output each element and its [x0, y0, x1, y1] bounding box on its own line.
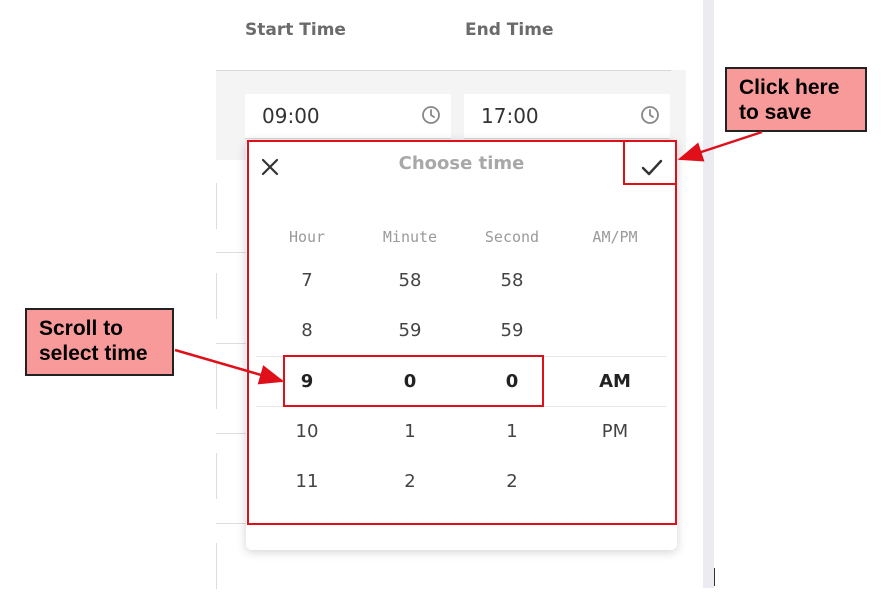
picker-highlight-outline	[247, 140, 677, 525]
save-callout-line-2: to save	[739, 101, 812, 124]
text-cursor	[714, 568, 715, 586]
selection-highlight-outline	[283, 355, 544, 407]
clock-icon[interactable]	[421, 105, 441, 125]
scroll-callout: Scroll to select time	[25, 308, 174, 376]
row-divider	[216, 453, 217, 499]
start-time-value: 09:00	[262, 104, 320, 128]
end-time-value: 17:00	[481, 104, 539, 128]
row-divider	[216, 273, 217, 319]
save-arrow	[677, 130, 763, 162]
save-callout: Click here to save	[725, 67, 867, 132]
end-time-header: End Time	[465, 20, 554, 40]
start-time-header: Start Time	[245, 20, 346, 40]
row-line	[216, 343, 246, 344]
end-time-field[interactable]: 17:00	[464, 94, 670, 139]
scroll-callout-line-1: Scroll to	[39, 317, 124, 340]
row-divider	[216, 363, 217, 409]
save-highlight-outline	[623, 140, 677, 185]
row-divider	[216, 183, 217, 229]
row-line	[216, 433, 246, 434]
header-divider	[216, 70, 671, 71]
row-line	[216, 252, 246, 253]
row-line	[216, 523, 246, 524]
row-divider	[216, 543, 217, 589]
start-time-field[interactable]: 09:00	[245, 94, 451, 139]
scrollbar-track[interactable]	[703, 0, 714, 588]
scroll-callout-line-2: select time	[39, 342, 148, 365]
save-callout-line-1: Click here	[739, 76, 840, 99]
clock-icon[interactable]	[640, 105, 660, 125]
